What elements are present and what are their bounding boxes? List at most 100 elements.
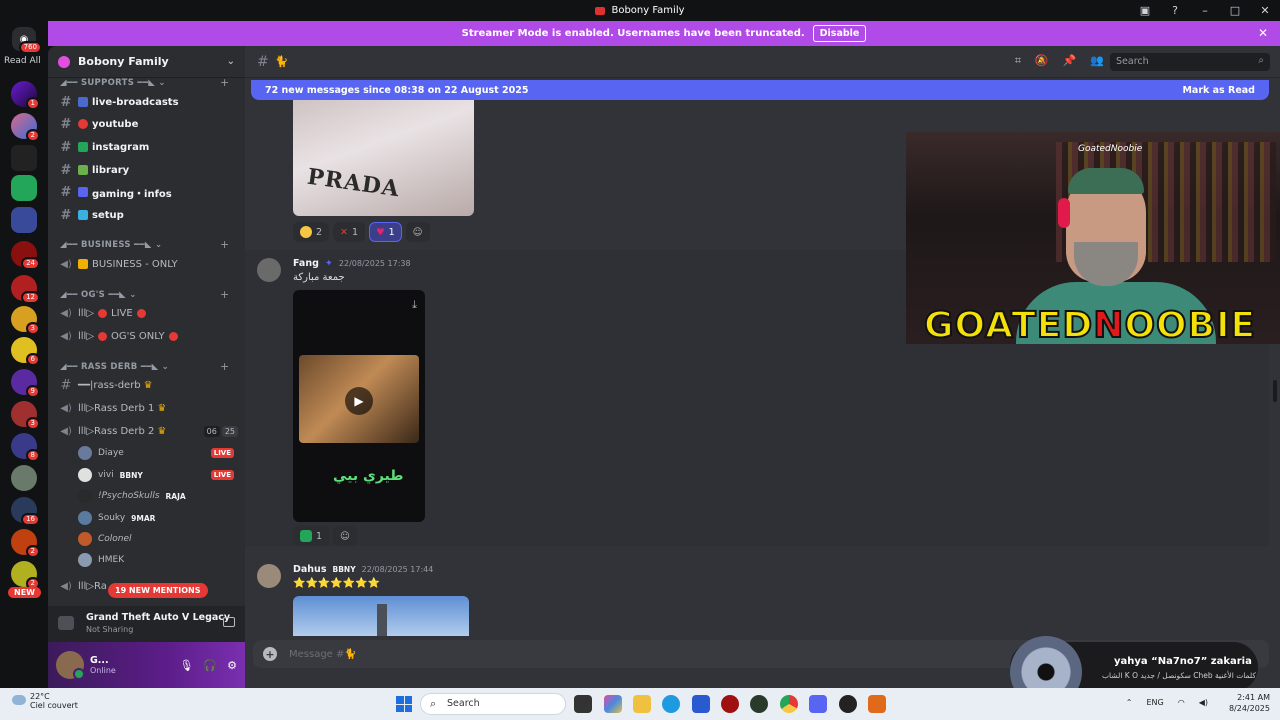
app-icon[interactable] <box>721 695 739 713</box>
threads-icon[interactable]: ⌗ <box>1015 54 1021 68</box>
video-attachment[interactable]: ⤓ ▶ طيري بيي <box>293 290 425 522</box>
task-view-icon[interactable] <box>574 695 592 713</box>
channel-rass-derb[interactable]: # ━━| rass-derb ♛ <box>58 375 238 395</box>
server-icon[interactable]: 8 <box>11 433 40 462</box>
weather-widget[interactable]: 22°C Ciel couvert <box>12 692 78 710</box>
gear-icon[interactable]: ⚙ <box>227 659 237 672</box>
scrollbar-thumb[interactable] <box>1273 380 1277 402</box>
search-input[interactable]: Search ⌕ <box>1110 53 1270 71</box>
inbox-icon[interactable]: ▣ <box>1130 4 1160 17</box>
new-unreads-pill[interactable]: NEW <box>8 587 41 598</box>
discord-icon[interactable] <box>809 695 827 713</box>
volume-icon[interactable]: ◀) <box>1199 698 1208 707</box>
store-icon[interactable] <box>692 695 710 713</box>
screen-share-icon[interactable] <box>223 617 235 627</box>
language-indicator[interactable]: ENG <box>1146 698 1163 707</box>
add-reaction-button[interactable]: ☺ <box>405 222 430 242</box>
obs-icon[interactable] <box>839 695 857 713</box>
voice-user[interactable]: !PsychoSkulls RAJA <box>78 487 234 505</box>
add-channel-icon[interactable]: + <box>220 238 230 251</box>
mute-bell-icon[interactable]: 🔕 <box>1035 54 1049 68</box>
add-channel-icon[interactable]: + <box>220 288 230 301</box>
maximize-button[interactable]: □ <box>1220 4 1250 17</box>
server-header[interactable]: Bobony Family ⌄ <box>48 46 245 78</box>
voice-user[interactable]: Diaye LIVE <box>78 444 234 462</box>
server-icon[interactable]: 1 <box>11 81 40 110</box>
author-name[interactable]: Fang <box>293 258 319 269</box>
user-info[interactable]: G... Online <box>90 655 116 675</box>
mark-as-read-button[interactable]: Mark as Read <box>1182 85 1255 96</box>
server-icon[interactable]: 2 <box>11 113 40 142</box>
server-icon[interactable] <box>11 145 37 171</box>
home-button[interactable]: ◉ 760 <box>12 27 42 54</box>
image-attachment[interactable]: PRADA <box>293 100 474 216</box>
new-messages-bar[interactable]: 72 new messages since 08:38 on 22 August… <box>251 80 1269 100</box>
reaction-check[interactable]: 1 <box>293 526 330 546</box>
avatar[interactable] <box>56 651 85 680</box>
server-icon[interactable]: 9 <box>11 369 40 398</box>
read-all-button[interactable]: Read All <box>4 56 41 66</box>
add-reaction-button[interactable]: ☺ <box>333 526 357 546</box>
voice-user[interactable]: vivi BBNY LIVE <box>78 466 234 484</box>
help-icon[interactable]: ? <box>1160 4 1190 17</box>
server-icon[interactable]: 24 <box>11 241 40 270</box>
add-attachment-icon[interactable]: + <box>263 647 277 661</box>
category-supports[interactable]: ◢━━ SUPPORTS ━━◣ ⌄ + <box>60 76 229 89</box>
channel-library[interactable]: # library <box>58 160 238 180</box>
headphones-icon[interactable]: 🎧 <box>203 659 217 672</box>
chevron-up-icon[interactable]: ⌃ <box>1126 698 1133 707</box>
copilot-icon[interactable] <box>604 695 622 713</box>
channel-business-only[interactable]: ◀) BUSINESS - ONLY <box>58 254 238 274</box>
channel-live-broadcasts[interactable]: # live-broadcasts <box>58 92 238 112</box>
edge-icon[interactable] <box>662 695 680 713</box>
close-icon[interactable]: ✕ <box>1258 26 1268 40</box>
download-icon[interactable]: ⤓ <box>412 298 417 312</box>
play-button[interactable]: ▶ <box>345 387 373 415</box>
category-rass-derb[interactable]: ◢━━ RASS DERB ━━◣ ⌄ + <box>60 360 229 373</box>
channel-rass-derb-2[interactable]: ◀) lll▷ Rass Derb 2 ♛ 06 25 <box>58 421 238 441</box>
avatar[interactable] <box>257 564 281 588</box>
clock[interactable]: 2:41 AM 8/24/2025 <box>1229 692 1270 714</box>
server-icon[interactable]: 16 <box>11 497 40 526</box>
server-icon[interactable]: 2 <box>11 529 40 558</box>
channel-ogs-only[interactable]: ◀) lll▷ OG'S ONLY <box>58 326 238 346</box>
channel-live[interactable]: ◀) lll▷ LIVE <box>58 303 238 323</box>
category-ogs[interactable]: ◢━━ OG'S ━━◣ ⌄ + <box>60 288 229 301</box>
app-icon[interactable] <box>868 695 886 713</box>
microphone-icon[interactable]: 🎙 <box>179 659 193 672</box>
members-icon[interactable]: 👥 <box>1090 54 1104 68</box>
author-name[interactable]: Dahus <box>293 564 326 575</box>
app-icon[interactable] <box>750 695 768 713</box>
taskbar-search[interactable]: ⌕ Search <box>420 693 566 715</box>
file-explorer-icon[interactable] <box>633 695 651 713</box>
chrome-icon[interactable] <box>780 695 798 713</box>
category-business[interactable]: ◢━━ BUSINESS ━━◣ ⌄ + <box>60 238 229 251</box>
wifi-icon[interactable]: ◠ <box>1178 698 1185 707</box>
reaction-laugh[interactable]: 2 <box>293 222 330 242</box>
server-folder[interactable] <box>11 207 37 233</box>
disable-button[interactable]: Disable <box>812 25 867 42</box>
close-window-button[interactable]: ✕ <box>1250 4 1280 17</box>
server-icon[interactable] <box>11 465 37 491</box>
channel-youtube[interactable]: # youtube <box>58 114 238 134</box>
minimize-button[interactable]: – <box>1190 4 1220 17</box>
avatar[interactable] <box>257 258 281 282</box>
server-icon[interactable]: 3 <box>11 306 40 335</box>
server-icon[interactable]: 3 <box>11 401 40 430</box>
pin-icon[interactable]: 📌 <box>1063 54 1077 68</box>
voice-user[interactable]: Colonel <box>78 530 234 548</box>
server-icon[interactable]: 12 <box>11 275 40 304</box>
server-icon[interactable] <box>11 175 37 201</box>
server-icon[interactable]: 2 <box>11 561 40 590</box>
channel-rass-derb-1[interactable]: ◀) lll▷ Rass Derb 1 ♛ <box>58 398 238 418</box>
reaction-cross[interactable]: ✕ 1 <box>333 222 366 242</box>
channel-instagram[interactable]: # instagram <box>58 137 238 157</box>
reaction-heart[interactable]: ♥ 1 <box>369 222 402 242</box>
add-channel-icon[interactable]: + <box>220 360 230 373</box>
add-channel-icon[interactable]: + <box>220 76 230 89</box>
server-icon[interactable]: 6 <box>11 337 40 366</box>
voice-user[interactable]: Souky 9MAR <box>78 509 234 527</box>
image-attachment[interactable] <box>293 596 469 636</box>
activity-panel[interactable]: Grand Theft Auto V Legacy Not Sharing <box>48 606 245 642</box>
channel-setup[interactable]: # setup <box>58 205 238 225</box>
